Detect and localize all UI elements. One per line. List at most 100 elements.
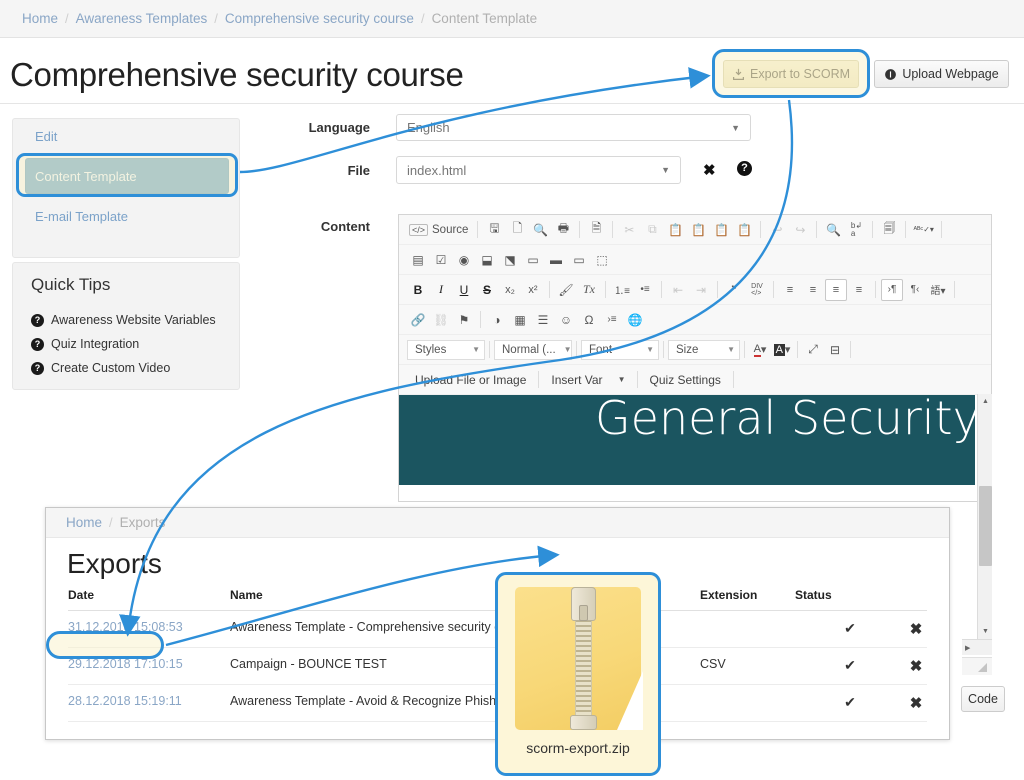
outdent-icon[interactable]: ⇤ bbox=[667, 279, 689, 301]
anchor-icon[interactable]: ⚑ bbox=[453, 309, 475, 331]
undo-icon[interactable]: ↩ bbox=[766, 219, 788, 241]
font-combo[interactable]: Font ▼ bbox=[581, 339, 659, 360]
editor-vertical-scrollbar[interactable]: ▲ ▼ bbox=[977, 394, 992, 639]
superscript-icon[interactable]: x² bbox=[522, 279, 544, 301]
language-select[interactable]: English ▼ bbox=[396, 114, 751, 141]
horizontal-rule-icon[interactable]: ☰ bbox=[532, 309, 554, 331]
styles-combo[interactable]: Styles ▼ bbox=[407, 339, 485, 360]
new-page-icon[interactable]: 🗋 bbox=[506, 219, 528, 241]
quick-tip-item[interactable]: ? Create Custom Video bbox=[31, 356, 239, 380]
create-div-icon[interactable]: DIV </> bbox=[746, 279, 768, 301]
special-char-icon[interactable]: Ω bbox=[578, 309, 600, 331]
export-to-scorm-button[interactable]: Export to SCORM bbox=[723, 60, 859, 88]
align-center-icon[interactable]: ≡ bbox=[802, 279, 824, 301]
preview-icon[interactable]: 🔍 bbox=[529, 219, 551, 241]
replace-icon[interactable]: b↲ a bbox=[845, 219, 867, 241]
text-color-icon[interactable]: A ▾ bbox=[749, 339, 771, 361]
radio-icon[interactable]: ◉ bbox=[453, 249, 475, 271]
image-icon[interactable]: ◑ bbox=[486, 309, 508, 331]
paste-plain-icon[interactable]: 📋 bbox=[733, 219, 755, 241]
insert-var-button[interactable]: Insert Var bbox=[543, 369, 610, 391]
blockquote-icon[interactable]: ” bbox=[723, 279, 745, 301]
scroll-up-icon[interactable]: ▲ bbox=[978, 394, 993, 409]
quiz-settings-button[interactable]: Quiz Settings bbox=[642, 369, 729, 391]
subscript-icon[interactable]: x₂ bbox=[499, 279, 521, 301]
italic-icon[interactable]: I bbox=[430, 279, 452, 301]
table-icon[interactable]: ▦ bbox=[509, 309, 531, 331]
ltr-icon[interactable]: ›¶ bbox=[881, 278, 903, 301]
redo-icon[interactable]: ↪ bbox=[789, 219, 811, 241]
delete-export-button[interactable]: ✖ bbox=[905, 684, 927, 722]
background-color-icon[interactable]: A ▾ bbox=[771, 339, 793, 361]
numbered-list-icon[interactable]: ⒈≡ bbox=[611, 279, 633, 301]
file-select[interactable]: index.html ▼ bbox=[396, 156, 681, 184]
spellcheck-icon[interactable]: ᴬᴮᶜ✓▾ bbox=[911, 219, 936, 241]
maximize-icon[interactable]: ⤢ bbox=[802, 339, 824, 361]
templates-icon[interactable]: 🗎 bbox=[585, 219, 607, 241]
form-icon[interactable]: ▤ bbox=[407, 249, 429, 271]
checkbox-icon[interactable]: ☑ bbox=[430, 249, 452, 271]
column-header-status[interactable]: Status bbox=[795, 588, 905, 611]
sidebar-item-edit[interactable]: Edit bbox=[13, 119, 239, 153]
save-icon[interactable]: 🖫 bbox=[483, 219, 505, 241]
format-combo[interactable]: Normal (... ▼ bbox=[494, 339, 572, 360]
remove-format-icon[interactable]: Tx bbox=[578, 279, 600, 301]
page-break-icon[interactable]: ›≡ bbox=[601, 309, 623, 331]
column-header-extension[interactable]: Extension bbox=[700, 588, 795, 611]
paste-word-icon[interactable]: 📋 bbox=[710, 219, 732, 241]
breadcrumb-item-course[interactable]: Comprehensive security course bbox=[225, 11, 414, 26]
underline-icon[interactable]: U bbox=[453, 279, 475, 301]
scroll-down-icon[interactable]: ▼ bbox=[978, 624, 993, 639]
text-field-icon[interactable]: ⬓ bbox=[476, 249, 498, 271]
breadcrumb-item-home[interactable]: Home bbox=[22, 11, 58, 26]
select-all-icon[interactable]: 🗐 bbox=[878, 219, 900, 241]
textarea-icon[interactable]: ⬔ bbox=[499, 249, 521, 271]
paste-text-icon[interactable]: 📋 bbox=[687, 219, 709, 241]
bold-icon[interactable]: B bbox=[407, 279, 429, 301]
clear-file-icon[interactable]: ✖ bbox=[703, 161, 716, 179]
align-justify-icon[interactable]: ≡ bbox=[848, 279, 870, 301]
image-button-icon[interactable]: ▭ bbox=[568, 249, 590, 271]
editor-horizontal-scrollbar[interactable]: ▶ bbox=[962, 639, 992, 655]
delete-export-button[interactable]: ✖ bbox=[905, 610, 927, 648]
bulleted-list-icon[interactable]: •≡ bbox=[634, 279, 656, 301]
select-field-icon[interactable]: ▭ bbox=[522, 249, 544, 271]
quick-tip-item[interactable]: ? Awareness Website Variables bbox=[31, 308, 239, 332]
language-icon[interactable]: 語▾ bbox=[927, 279, 949, 301]
find-icon[interactable]: 🔍 bbox=[822, 219, 844, 241]
copy-icon[interactable]: ⧉ bbox=[641, 219, 663, 241]
indent-icon[interactable]: ⇥ bbox=[690, 279, 712, 301]
quick-tip-item[interactable]: ? Quiz Integration bbox=[31, 332, 239, 356]
smiley-icon[interactable]: ☺ bbox=[555, 309, 577, 331]
upload-webpage-button[interactable]: Upload Webpage bbox=[874, 60, 1009, 88]
exports-breadcrumb-item-home[interactable]: Home bbox=[66, 515, 102, 530]
delete-export-button[interactable]: ✖ bbox=[905, 647, 927, 685]
paste-icon[interactable]: 📋 bbox=[664, 219, 686, 241]
source-button[interactable]: </> Source bbox=[407, 219, 472, 241]
sidebar-item-email-template[interactable]: E-mail Template bbox=[13, 199, 239, 233]
copy-formatting-icon[interactable]: 🖌 bbox=[555, 279, 577, 301]
code-button[interactable]: Code bbox=[961, 686, 1005, 712]
iframe-icon[interactable]: 🌐 bbox=[624, 309, 646, 331]
link-icon[interactable]: 🔗 bbox=[407, 309, 429, 331]
size-combo[interactable]: Size ▼ bbox=[668, 339, 740, 360]
cut-icon[interactable]: ✂ bbox=[618, 219, 640, 241]
align-right-icon[interactable]: ≡ bbox=[825, 278, 847, 301]
upload-file-or-image-button[interactable]: Upload File or Image bbox=[407, 369, 534, 391]
unlink-icon[interactable]: ⛓ bbox=[430, 309, 452, 331]
scroll-right-icon[interactable]: ▶ bbox=[965, 644, 970, 652]
editor-canvas[interactable]: General Security Awareness Course bbox=[399, 395, 975, 485]
hidden-field-icon[interactable]: ⬚ bbox=[591, 249, 613, 271]
file-help-icon[interactable]: ? bbox=[737, 161, 752, 176]
align-left-icon[interactable]: ≡ bbox=[779, 279, 801, 301]
sidebar-item-content-template[interactable]: Content Template bbox=[25, 158, 229, 194]
button-icon[interactable]: ▬ bbox=[545, 249, 567, 271]
editor-resize-handle[interactable] bbox=[962, 657, 992, 675]
breadcrumb-item-awareness-templates[interactable]: Awareness Templates bbox=[76, 11, 208, 26]
strike-icon[interactable]: S bbox=[476, 279, 498, 301]
column-header-date[interactable]: Date bbox=[68, 588, 230, 611]
rtl-icon[interactable]: ¶‹ bbox=[904, 279, 926, 301]
insert-var-chevron-down-icon[interactable]: ▼ bbox=[611, 369, 633, 391]
print-icon[interactable]: 🖶 bbox=[552, 219, 574, 241]
show-blocks-icon[interactable]: ⊟ bbox=[824, 339, 846, 361]
